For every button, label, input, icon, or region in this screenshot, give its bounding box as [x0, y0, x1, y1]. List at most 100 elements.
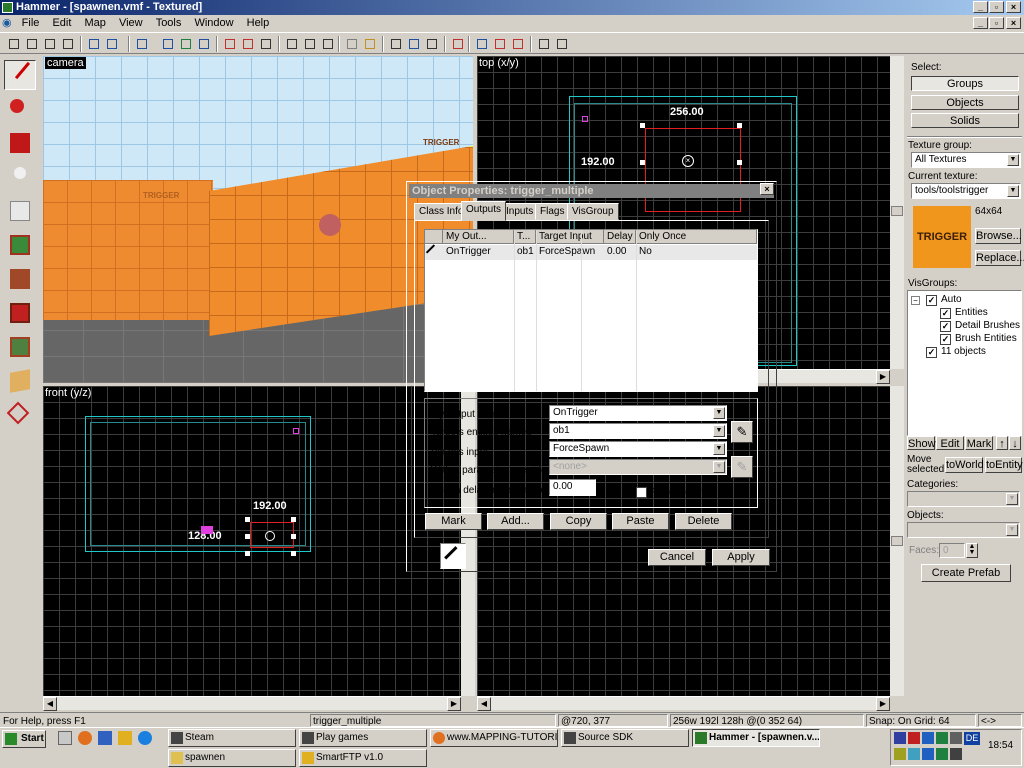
replace-button[interactable]: Replace... — [975, 250, 1024, 266]
toolbar-button[interactable] — [536, 36, 552, 52]
front-view-hscroll[interactable]: ◀ ▶ — [43, 696, 461, 711]
browse-button[interactable]: Browse... — [975, 228, 1022, 244]
task-steam[interactable]: Steam — [168, 729, 296, 747]
firefox-icon[interactable] — [78, 731, 92, 745]
tree-expander-icon[interactable]: − — [911, 296, 920, 305]
tab-flags[interactable]: Flags — [535, 203, 570, 220]
visgroup-item[interactable]: ✓ Brush Entities — [908, 333, 1021, 346]
tray-icon[interactable] — [922, 732, 934, 744]
decal-tool[interactable] — [4, 298, 36, 328]
tab-inputs[interactable]: Inputs — [501, 203, 539, 220]
visgroup-item[interactable]: ✓ Detail Brushes — [908, 320, 1021, 333]
toolbar-button[interactable] — [160, 36, 176, 52]
tray-icon[interactable] — [936, 748, 948, 760]
via-input-dropdown[interactable]: ForceSpawn ▼ — [549, 441, 727, 457]
toolbar-button[interactable] — [344, 36, 360, 52]
texture-preview[interactable]: TRIGGER — [913, 206, 971, 268]
create-prefab-button[interactable]: Create Prefab — [921, 564, 1011, 582]
toolbar-button[interactable] — [240, 36, 256, 52]
toolbar-button[interactable] — [222, 36, 238, 52]
menu-view[interactable]: View — [114, 15, 148, 31]
visgroup-checkbox[interactable]: ✓ — [926, 295, 937, 306]
tray-icon[interactable] — [950, 732, 962, 744]
mark-button[interactable]: Mark — [425, 513, 482, 530]
column-only-once[interactable]: Only Once — [636, 230, 757, 244]
toolbar-button[interactable] — [178, 36, 194, 52]
front-view[interactable]: 192.00 128.00 front (y/z) — [43, 386, 461, 696]
side-view-vscroll[interactable] — [890, 386, 904, 696]
select-solids-button[interactable]: Solids — [911, 113, 1019, 128]
toolbar-button[interactable] — [60, 36, 76, 52]
paste-button[interactable]: Paste — [612, 513, 669, 530]
pick-param-button[interactable]: ✎ — [731, 456, 753, 478]
menu-map[interactable]: Map — [80, 15, 111, 31]
visgroup-checkbox[interactable]: ✓ — [940, 321, 951, 332]
tab-visgroup[interactable]: VisGroup — [567, 203, 619, 220]
close-button[interactable]: × — [1006, 1, 1021, 13]
toolbar-button[interactable] — [320, 36, 336, 52]
start-button[interactable]: Start — [2, 730, 46, 748]
visgroup-checkbox[interactable]: ✓ — [940, 334, 951, 345]
visgroup-item[interactable]: ✓ Entities — [908, 307, 1021, 320]
copy-button[interactable]: Copy — [550, 513, 607, 530]
task-play-games[interactable]: Play games — [299, 729, 427, 747]
visgroup-checkbox[interactable]: ✓ — [940, 308, 951, 319]
select-objects-button[interactable]: Objects — [911, 95, 1019, 110]
add-button[interactable]: Add... — [487, 513, 544, 530]
menu-window[interactable]: Window — [189, 15, 238, 31]
top-view-vscroll[interactable] — [890, 56, 904, 369]
tray-icon[interactable] — [922, 748, 934, 760]
apply-texture-tool[interactable] — [4, 264, 36, 294]
toolbar-button[interactable] — [42, 36, 58, 52]
tray-icon[interactable] — [894, 732, 906, 744]
visgroup-mark-button[interactable]: Mark — [965, 436, 993, 450]
language-indicator[interactable]: DE — [964, 732, 980, 745]
tray-icon[interactable] — [950, 748, 962, 760]
column-target-input[interactable]: Target Input — [536, 230, 604, 244]
targets-dropdown[interactable]: ob1 ▼ — [549, 423, 727, 439]
visgroup-item[interactable]: − ✓ Auto — [908, 294, 1021, 307]
column-delay[interactable]: Delay — [604, 230, 636, 244]
outputs-table[interactable]: My Out... T... Target Input Delay Only O… — [424, 229, 758, 392]
task-hammer[interactable]: Hammer - [spawnen.v... — [692, 729, 820, 747]
texture-group-dropdown[interactable]: All Textures ▼ — [911, 152, 1021, 168]
visgroup-up-button[interactable]: ↑ — [996, 436, 1008, 450]
task-browser[interactable]: www.MAPPING-TUTORIA... — [430, 729, 558, 747]
menu-help[interactable]: Help — [242, 15, 275, 31]
overlay-tool[interactable] — [4, 332, 36, 362]
maximize-button[interactable]: ▫ — [989, 1, 1004, 13]
menu-tools[interactable]: Tools — [151, 15, 187, 31]
param-dropdown[interactable]: <none> ▼ — [549, 459, 727, 475]
task-spawnen[interactable]: spawnen — [168, 749, 296, 767]
dialog-close-button[interactable]: × — [760, 183, 774, 195]
my-output-dropdown[interactable]: OnTrigger ▼ — [549, 405, 727, 421]
app-icon[interactable] — [98, 731, 112, 745]
clip-tool[interactable] — [4, 366, 36, 396]
faces-input[interactable]: 0 — [939, 543, 965, 558]
faces-spinner[interactable]: ▲ ▼ — [966, 543, 978, 558]
block-tool[interactable] — [4, 196, 36, 226]
tray-icon[interactable] — [908, 748, 920, 760]
doc-close-button[interactable]: × — [1006, 17, 1021, 29]
top-view-label[interactable]: top (x/y) — [479, 57, 519, 69]
toolbar-button[interactable] — [6, 36, 22, 52]
toolbar-button[interactable] — [554, 36, 570, 52]
tab-outputs[interactable]: Outputs — [461, 201, 507, 221]
column-my-output[interactable]: My Out... — [443, 230, 514, 244]
ftp-icon[interactable] — [118, 731, 132, 745]
cancel-button[interactable]: Cancel — [648, 549, 706, 566]
minimize-button[interactable]: _ — [973, 1, 988, 13]
tray-icon[interactable] — [908, 732, 920, 744]
objects-dropdown[interactable]: ▼ — [907, 522, 1020, 538]
ie-icon[interactable] — [138, 731, 152, 745]
front-view-label[interactable]: front (y/z) — [45, 387, 91, 399]
visgroup-show-button[interactable]: Show — [907, 436, 936, 450]
current-texture-dropdown[interactable]: tools/toolstrigger ▼ — [911, 183, 1021, 199]
task-smartftp[interactable]: SmartFTP v1.0 — [299, 749, 427, 767]
vertex-tool[interactable] — [4, 400, 36, 430]
visgroup-checkbox[interactable]: ✓ — [926, 347, 937, 358]
tray-icon[interactable] — [936, 732, 948, 744]
toolbar-button[interactable] — [406, 36, 422, 52]
camera-view-label[interactable]: camera — [45, 57, 86, 69]
toolbar-button[interactable] — [284, 36, 300, 52]
